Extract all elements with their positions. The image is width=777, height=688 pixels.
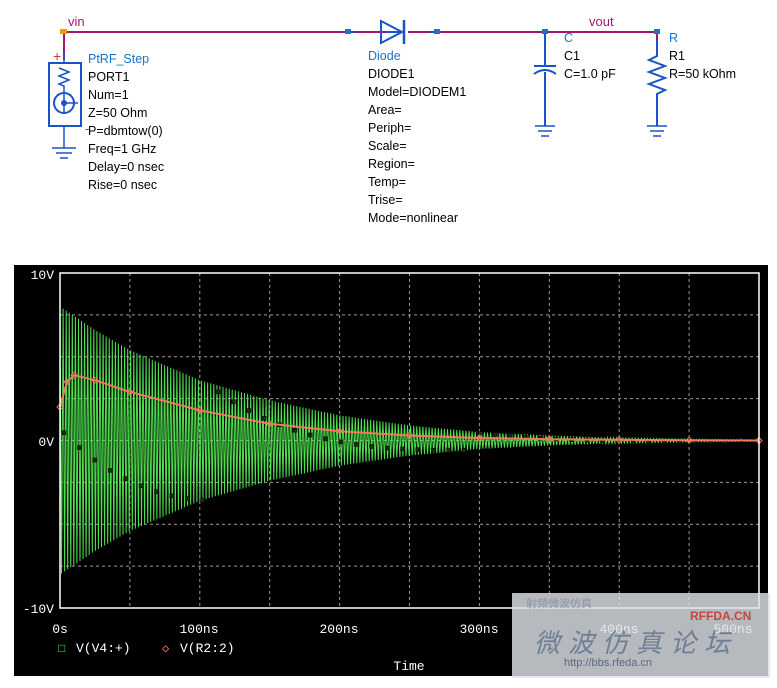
capacitor-param-1: C=1.0 pF bbox=[564, 67, 616, 81]
series-marker-v4-plus bbox=[400, 446, 405, 452]
capacitor-ground bbox=[535, 125, 555, 137]
series-marker-v4-plus bbox=[138, 483, 144, 489]
diode-type: Diode bbox=[368, 49, 401, 63]
port-param-6: Rise=0 nsec bbox=[88, 178, 158, 192]
series-marker-v4-plus bbox=[369, 444, 375, 449]
capacitor-symbol bbox=[533, 32, 557, 126]
capacitor-type: C bbox=[564, 31, 574, 45]
port-param-5: Delay=0 nsec bbox=[88, 160, 165, 174]
net-label-vout: vout bbox=[589, 14, 614, 29]
diode-param-2: Area= bbox=[368, 103, 402, 117]
legend-label-r2-2: V(R2:2) bbox=[180, 641, 235, 656]
legend-marker-v4-plus: □ bbox=[58, 642, 65, 656]
resistor-ground bbox=[647, 125, 667, 137]
watermark: 射频微波仿真 RFFDA.CN 微波仿真论坛 http://bbs.rfeda.… bbox=[512, 593, 770, 678]
legend-label-v4-plus: V(V4:+) bbox=[76, 641, 131, 656]
series-marker-v4-plus bbox=[169, 493, 175, 499]
port-type: PtRF_Step bbox=[88, 52, 150, 66]
x-axis-title: Time bbox=[393, 659, 424, 674]
series-marker-v4-plus bbox=[246, 408, 251, 413]
resistor-param-1: R=50 kOhm bbox=[669, 67, 737, 81]
series-marker-v4-plus bbox=[323, 436, 328, 442]
series-marker-v4-plus bbox=[461, 448, 467, 453]
diode-param-3: Periph= bbox=[368, 121, 412, 135]
series-marker-v4-plus bbox=[154, 489, 159, 494]
series-marker-v4-plus bbox=[215, 389, 221, 395]
y-tick-label: -10V bbox=[23, 602, 54, 617]
diode-param-0: DIODE1 bbox=[368, 67, 415, 81]
series-marker-v4-plus bbox=[261, 416, 267, 421]
series-marker-v4-plus bbox=[384, 445, 390, 451]
y-tick-label: 10V bbox=[31, 268, 55, 283]
port-pin-plus: + bbox=[53, 48, 62, 64]
port-param-4: Freq=1 GHz bbox=[88, 142, 157, 156]
diode-param-5: Region= bbox=[368, 157, 415, 171]
resistor-symbol bbox=[646, 40, 668, 126]
series-marker-v4-plus bbox=[415, 447, 421, 452]
net-label-vin: vin bbox=[68, 14, 85, 29]
series-marker-v4-plus bbox=[492, 432, 498, 437]
series-marker-v4-plus bbox=[123, 476, 128, 481]
schematic: vin vout + - PtRF_Step PORT1 Num=1 Z=50 … bbox=[0, 0, 777, 250]
port-param-2: Z=50 Ohm bbox=[88, 106, 148, 120]
y-tick-label: 0V bbox=[38, 435, 54, 450]
series-marker-v4-plus bbox=[292, 428, 298, 433]
diode-param-7: Trise= bbox=[368, 193, 403, 207]
series-marker-v4-plus bbox=[61, 430, 67, 436]
series-marker-v4-plus bbox=[108, 468, 113, 473]
resistor-param-0: R1 bbox=[669, 49, 685, 63]
series-marker-v4-plus bbox=[307, 432, 313, 438]
series-marker-v4-plus bbox=[446, 448, 451, 453]
x-tick-label: 0s bbox=[52, 622, 68, 637]
watermark-top-text: 射频微波仿真 bbox=[526, 598, 592, 610]
diode-param-8: Mode=nonlinear bbox=[368, 211, 458, 225]
x-tick-label: 100ns bbox=[179, 622, 218, 637]
vout-wire bbox=[408, 31, 658, 40]
x-tick-label: 300ns bbox=[459, 622, 498, 637]
series-marker-v4-plus bbox=[77, 445, 82, 450]
series-marker-v4-plus bbox=[92, 457, 98, 463]
legend-marker-r2-2: ◇ bbox=[162, 642, 170, 656]
port-param-3: P=dbmtow(0) bbox=[88, 124, 163, 138]
series-marker-v4-plus bbox=[231, 399, 236, 405]
port-symbol-box bbox=[48, 62, 82, 127]
series-marker-v4-plus bbox=[200, 497, 205, 503]
port-ground bbox=[52, 126, 76, 159]
watermark-brand: RFFDA.CN bbox=[690, 609, 752, 623]
series-marker-v4-plus bbox=[354, 442, 359, 447]
series-marker-v4-plus bbox=[338, 439, 344, 445]
capacitor-param-0: C1 bbox=[564, 49, 580, 63]
diode-param-4: Scale= bbox=[368, 139, 407, 153]
series-marker-v4-plus bbox=[507, 433, 513, 439]
series-marker-v4-plus bbox=[184, 496, 190, 501]
diode-param-6: Temp= bbox=[368, 175, 406, 189]
port-param-1: Num=1 bbox=[88, 88, 129, 102]
resistor-type: R bbox=[669, 31, 679, 45]
diode-param-1: Model=DIODEM1 bbox=[368, 85, 467, 99]
x-tick-label: 200ns bbox=[319, 622, 358, 637]
watermark-url: http://bbs.rfeda.cn bbox=[564, 657, 653, 669]
port-param-0: PORT1 bbox=[88, 70, 130, 84]
series-marker-v4-plus bbox=[431, 448, 436, 453]
watermark-chinese-text: 微波仿真论坛 bbox=[534, 629, 739, 659]
